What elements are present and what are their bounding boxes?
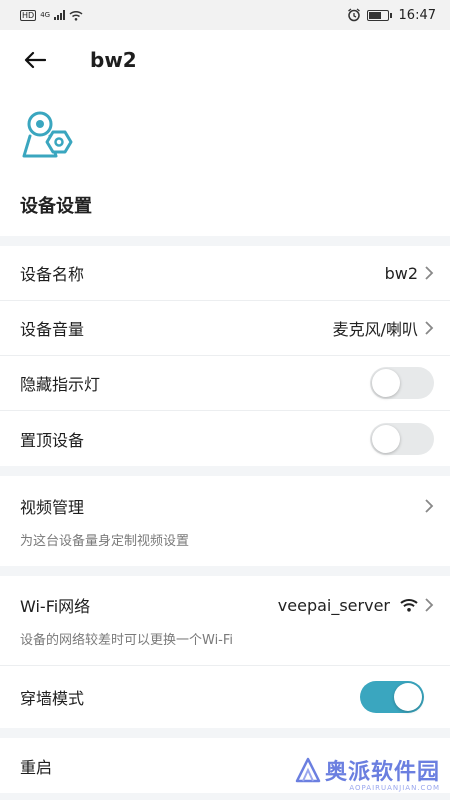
wall-mode-label: 穿墙模式 — [20, 689, 85, 708]
device-volume-row[interactable]: 设备音量 麦克风/喇叭 — [0, 301, 450, 356]
settings-group-video: 视频管理 为这台设备量身定制视频设置 — [0, 476, 450, 566]
video-management-description: 为这台设备量身定制视频设置 — [20, 533, 190, 549]
watermark-logo-icon — [295, 757, 321, 783]
hide-indicator-row: 隐藏指示灯 — [0, 356, 450, 411]
page-title: bw2 — [90, 48, 137, 72]
battery-icon — [366, 9, 392, 21]
signal-icon — [54, 10, 66, 20]
device-name-label: 设备名称 — [20, 265, 85, 284]
status-time: 16:47 — [398, 7, 436, 23]
network-type: 4G — [40, 11, 51, 19]
alarm-icon — [347, 8, 360, 22]
chevron-right-icon — [425, 266, 434, 280]
chevron-right-icon — [425, 321, 434, 335]
device-volume-value: 麦克风/喇叭 — [332, 320, 418, 339]
settings-group-basic: 设备名称 bw2 设备音量 麦克风/喇叭 隐藏指示灯 置顶设备 — [0, 246, 450, 466]
wifi-network-row[interactable]: Wi-Fi网络 veepai_server 设备的网络较差时可以更换一个Wi-F… — [0, 576, 450, 666]
wifi-network-value: veepai_server — [277, 595, 390, 615]
header: bw2 — [0, 30, 450, 90]
device-name-value: bw2 — [384, 263, 418, 283]
watermark: 奥派软件园 AOPAIRUANJIAN.COM — [295, 754, 440, 792]
device-name-value-group: bw2 — [385, 264, 434, 283]
wall-mode-row: 穿墙模式 — [0, 666, 450, 728]
status-bar: HD 4G 16:47 — [0, 0, 450, 30]
wifi-network-label: Wi-Fi网络 — [20, 597, 91, 616]
camera-device-icon — [22, 111, 73, 158]
watermark-text: 奥派软件园 — [324, 760, 440, 785]
video-management-row[interactable]: 视频管理 为这台设备量身定制视频设置 — [0, 476, 450, 566]
video-management-label: 视频管理 — [20, 497, 85, 517]
device-name-row[interactable]: 设备名称 bw2 — [0, 246, 450, 301]
pin-device-label: 置顶设备 — [20, 430, 85, 450]
watermark-subtext: AOPAIRUANJIAN.COM — [349, 784, 440, 792]
wifi-network-description: 设备的网络较差时可以更换一个Wi-Fi — [20, 633, 234, 648]
device-hero: 设备设置 — [0, 90, 450, 236]
device-volume-value-group: 麦克风/喇叭 — [333, 316, 434, 340]
wifi-signal-icon — [400, 599, 418, 612]
pin-device-toggle[interactable] — [370, 422, 434, 455]
wifi-network-value-group: veepai_server — [278, 596, 434, 615]
hd-badge: HD — [20, 9, 37, 21]
device-volume-label: 设备音量 — [20, 320, 85, 339]
wall-mode-toggle[interactable] — [360, 681, 424, 713]
restart-label: 重启 — [20, 757, 53, 777]
chevron-right-icon — [425, 598, 434, 612]
status-left: HD 4G — [20, 9, 83, 21]
hide-indicator-label: 隐藏指示灯 — [20, 375, 101, 394]
pin-device-row: 置顶设备 — [0, 411, 450, 466]
chevron-right-icon — [425, 498, 434, 513]
back-arrow-icon[interactable] — [20, 45, 50, 75]
settings-group-network: Wi-Fi网络 veepai_server 设备的网络较差时可以更换一个Wi-F… — [0, 576, 450, 728]
section-heading-device-settings: 设备设置 — [20, 196, 92, 217]
wifi-status-icon — [69, 10, 83, 21]
status-right: 16:47 — [347, 8, 436, 23]
hide-indicator-toggle[interactable] — [370, 367, 434, 399]
